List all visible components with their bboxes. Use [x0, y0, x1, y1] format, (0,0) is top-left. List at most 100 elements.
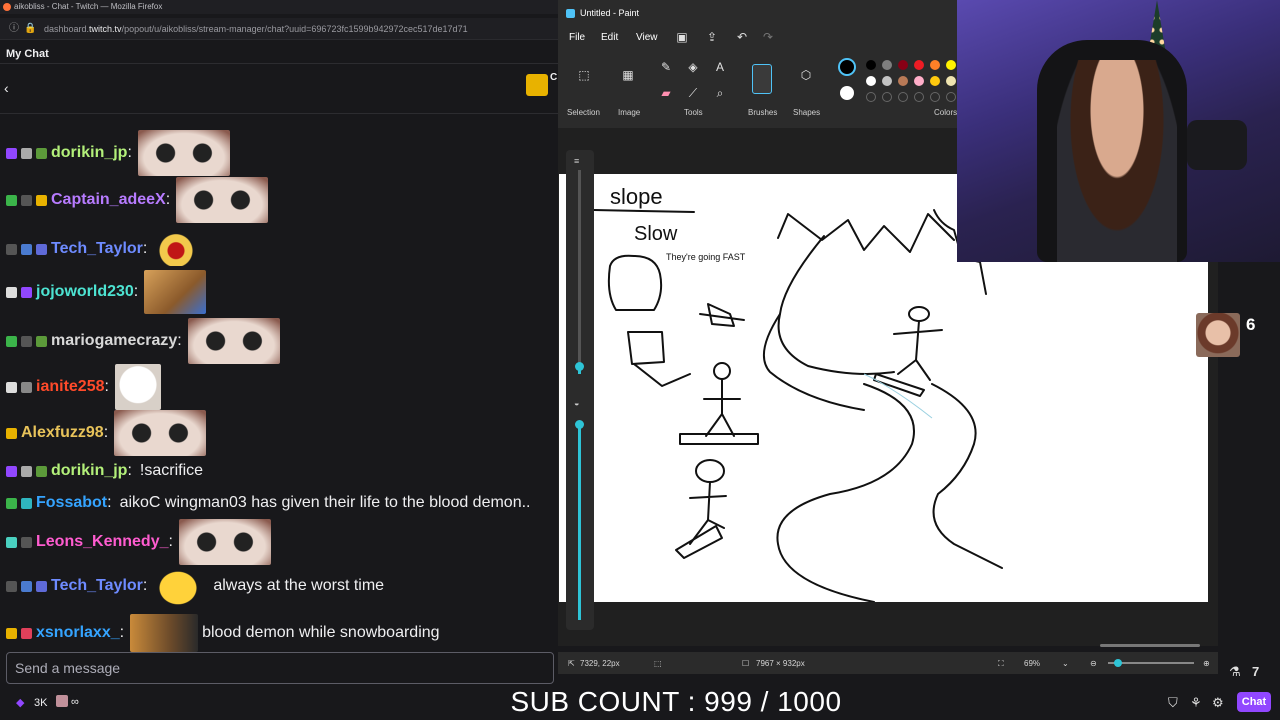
badge-icon	[21, 381, 32, 393]
chat-message[interactable]: dorikin_jp:	[6, 130, 230, 176]
duck-emote	[153, 566, 204, 606]
cat-emote	[176, 177, 269, 223]
username[interactable]: Leons_Kennedy_	[36, 533, 168, 551]
chevron-down-icon[interactable]: ⌄	[1062, 659, 1069, 668]
redo-icon[interactable]: ↷	[760, 30, 776, 44]
back-arrow-icon[interactable]: ‹	[4, 80, 9, 96]
7tv-icon[interactable]: 7	[1252, 664, 1259, 679]
save-icon[interactable]: ▣	[674, 30, 690, 44]
username[interactable]: Fossabot	[36, 494, 107, 512]
username[interactable]: Alexfuzz98	[21, 424, 104, 442]
username[interactable]: mariogamecrazy	[51, 332, 177, 350]
lock-icon[interactable]: 🔒	[24, 23, 36, 35]
chat-message[interactable]: jojoworld230:	[6, 270, 207, 314]
chat-message[interactable]: Fossabot: aikoC wingman03 has given thei…	[6, 494, 531, 512]
brush-size-slider[interactable]: ≡ ◒	[566, 150, 594, 630]
color-swatch[interactable]	[866, 60, 876, 70]
username[interactable]: dorikin_jp	[51, 462, 127, 480]
badge-icon	[21, 286, 32, 298]
empty-swatch[interactable]	[930, 92, 940, 102]
pinned-clapper-icon[interactable]	[526, 74, 548, 96]
colon: :	[127, 144, 132, 161]
info-icon[interactable]: ⓘ	[8, 23, 20, 35]
wand-icon[interactable]: ⚗	[1229, 664, 1241, 680]
chat-message[interactable]: mariogamecrazy:	[6, 318, 280, 364]
opacity-thumb[interactable]	[575, 420, 584, 429]
magnifier-icon[interactable]: ⌕	[712, 86, 728, 101]
empty-swatch[interactable]	[946, 92, 956, 102]
badge-icon	[21, 536, 32, 548]
chat-button[interactable]: Chat	[1237, 692, 1271, 712]
username[interactable]: Tech_Taylor	[51, 240, 143, 258]
empty-swatch[interactable]	[866, 92, 876, 102]
chat-message[interactable]: Leons_Kennedy_:	[6, 519, 271, 565]
share-icon[interactable]: ⇪	[704, 30, 720, 44]
color-picker-icon[interactable]: ⟋	[685, 86, 701, 101]
username[interactable]: jojoworld230	[36, 283, 134, 301]
fill-icon[interactable]: ◈	[685, 60, 701, 74]
shield-icon[interactable]: ⛉	[1168, 695, 1178, 711]
color-swatch[interactable]	[930, 60, 940, 70]
message-text: always at the worst time	[213, 577, 385, 594]
color-swatch[interactable]	[882, 76, 892, 86]
eraser-icon[interactable]: ▰	[658, 86, 674, 100]
avatar[interactable]	[1196, 313, 1240, 357]
zoom-in-icon[interactable]: ⊕	[1203, 659, 1210, 668]
empty-swatch[interactable]	[914, 92, 924, 102]
chat-message[interactable]: Tech_Taylor: always at the worst time	[6, 566, 384, 606]
username[interactable]: xsnorlaxx_	[36, 624, 120, 642]
chat-message[interactable]: Captain_adeeX:	[6, 177, 269, 223]
pencil-icon[interactable]: ✎	[658, 60, 674, 74]
gear-icon[interactable]: ⚙	[1212, 695, 1224, 711]
primary-color[interactable]	[838, 58, 856, 76]
chat-message[interactable]: dorikin_jp: !sacrifice	[6, 462, 203, 480]
image-icon[interactable]: ▦	[620, 68, 636, 82]
color-swatch[interactable]	[898, 60, 908, 70]
slope-stroke	[777, 235, 895, 375]
shapes-icon[interactable]: ⬡	[798, 68, 814, 82]
message-text: !sacrifice	[139, 462, 204, 479]
color-swatch[interactable]	[946, 76, 956, 86]
badge-icon	[21, 335, 32, 347]
empty-swatch[interactable]	[898, 92, 908, 102]
slider-thumb[interactable]	[575, 362, 584, 371]
color-swatch[interactable]	[882, 60, 892, 70]
username[interactable]: Captain_adeeX	[51, 191, 166, 209]
secondary-color[interactable]	[840, 86, 854, 100]
chat-message[interactable]: Alexfuzz98:	[6, 410, 207, 456]
username[interactable]: Tech_Taylor	[51, 577, 143, 595]
fit-icon[interactable]: ⛶	[998, 659, 1004, 669]
send-message-input[interactable]: Send a message	[6, 652, 554, 684]
board-stroke	[679, 433, 759, 445]
chat-message[interactable]: ianite258:	[6, 364, 161, 410]
chat-message[interactable]: xsnorlaxx_: blood demon while snowboardi…	[6, 614, 440, 652]
zoom-out-icon[interactable]: ⊖	[1090, 659, 1097, 668]
text-icon[interactable]: A	[712, 60, 728, 74]
color-swatch[interactable]	[946, 60, 956, 70]
zoom-slider-thumb[interactable]	[1114, 659, 1122, 667]
color-swatch[interactable]	[898, 76, 908, 86]
empty-swatch[interactable]	[882, 92, 892, 102]
cat-emote	[187, 318, 280, 364]
selection-icon[interactable]: ⬚	[576, 68, 592, 82]
menu-file[interactable]: File	[569, 32, 585, 43]
undo-icon[interactable]: ↶	[734, 30, 750, 44]
zoom-level[interactable]: 69%	[1024, 659, 1040, 668]
chat-message[interactable]: Tech_Taylor:	[6, 232, 200, 266]
check-badge-icon	[21, 243, 32, 255]
people-icon[interactable]: ⚘	[1190, 695, 1202, 711]
color-swatch[interactable]	[930, 76, 940, 86]
address-bar[interactable]: ⓘ 🔒 dashboard.twitch.tv/popout/u/aikobli…	[0, 18, 560, 40]
username[interactable]: dorikin_jp	[51, 144, 127, 162]
menu-view[interactable]: View	[636, 32, 658, 43]
menu-edit[interactable]: Edit	[601, 32, 618, 43]
underline-stroke	[594, 209, 695, 213]
group-brushes: Brushes	[748, 108, 778, 117]
head-stroke	[695, 459, 725, 483]
color-swatch[interactable]	[866, 76, 876, 86]
username[interactable]: ianite258	[36, 378, 104, 396]
color-swatch[interactable]	[914, 60, 924, 70]
color-swatch[interactable]	[914, 76, 924, 86]
brushes-icon[interactable]	[752, 64, 772, 94]
horizontal-scrollbar[interactable]	[1100, 644, 1200, 647]
